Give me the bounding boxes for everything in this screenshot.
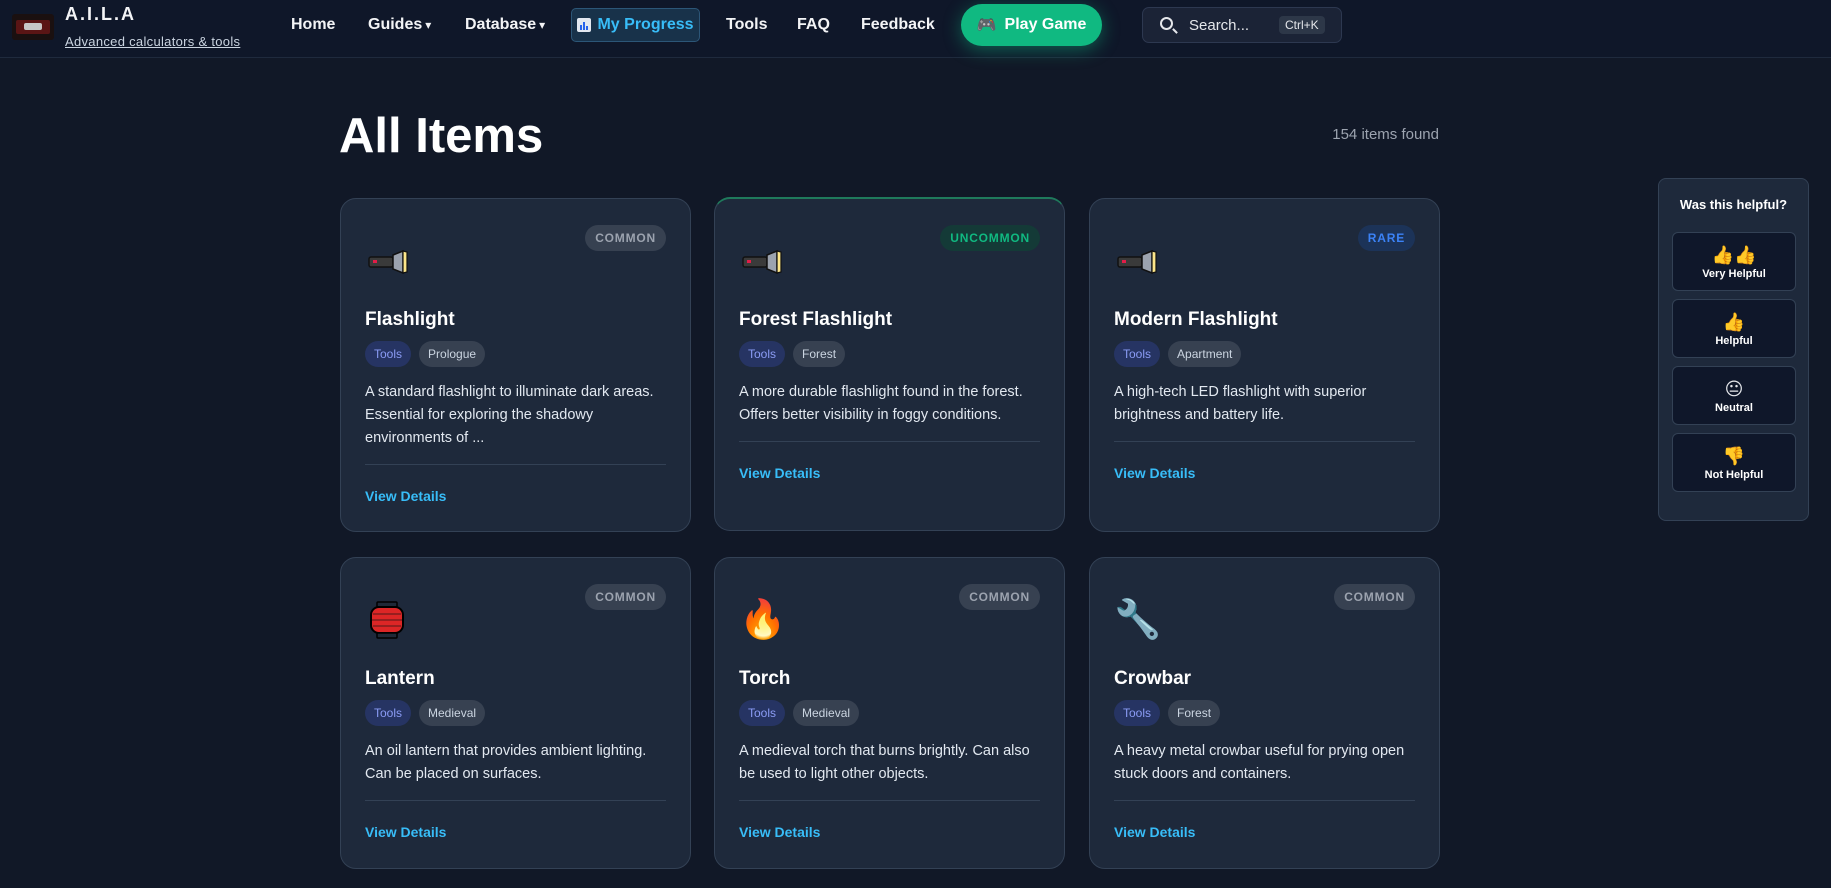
card-divider — [1114, 800, 1415, 801]
feedback-option-label: Not Helpful — [1704, 469, 1764, 481]
chevron-down-icon: ▾ — [539, 18, 546, 32]
item-name: Modern Flashlight — [1114, 309, 1278, 330]
chevron-down-icon: ▾ — [425, 18, 432, 32]
lantern-icon — [370, 601, 404, 639]
search-placeholder: Search... — [1189, 17, 1250, 34]
category-tag: Tools — [739, 700, 786, 726]
helpful-button[interactable]: 👍 Helpful — [1672, 299, 1796, 358]
my-progress-label: My Progress — [597, 16, 694, 33]
location-tag: Prologue — [419, 341, 486, 367]
view-details-link[interactable]: View Details — [739, 465, 820, 481]
view-details-link[interactable]: View Details — [365, 824, 446, 840]
not-helpful-button[interactable]: 👎 Not Helpful — [1672, 433, 1796, 492]
location-tag: Medieval — [419, 700, 486, 726]
category-tag: Tools — [739, 341, 786, 367]
item-description: An oil lantern that provides ambient lig… — [365, 743, 647, 782]
item-description: A medieval torch that burns brightly. Ca… — [739, 743, 1030, 782]
thumbs-up-icon: 👍 — [1722, 312, 1746, 332]
item-name: Torch — [739, 668, 791, 689]
search-input[interactable]: Search... Ctrl+K — [1142, 7, 1342, 43]
view-details-link[interactable]: View Details — [1114, 465, 1195, 481]
card-divider — [1114, 441, 1415, 442]
play-game-button[interactable]: 🎮 Play Game — [961, 4, 1102, 46]
item-card[interactable]: COMMON Lantern Tools Medieval An oil lan… — [340, 557, 691, 869]
card-divider — [739, 441, 1040, 442]
thumbs-up-icon: 👍👍 — [1711, 245, 1757, 265]
nav-guides-label: Guides — [368, 16, 423, 33]
search-shortcut-badge: Ctrl+K — [1279, 16, 1325, 34]
item-description: A high-tech LED flashlight with superior… — [1114, 384, 1367, 423]
rarity-badge: COMMON — [585, 225, 666, 251]
wrench-icon: 🔧 — [1114, 599, 1162, 641]
item-description: A standard flashlight to illuminate dark… — [365, 384, 654, 446]
card-divider — [365, 800, 666, 801]
rarity-badge: RARE — [1357, 225, 1415, 251]
category-tag: Tools — [365, 700, 412, 726]
page-title: All Items — [339, 109, 544, 163]
top-navbar: A.I.L.A Advanced calculators & tools Hom… — [0, 0, 1831, 58]
bar-chart-icon — [577, 18, 592, 32]
search-icon — [1160, 17, 1173, 30]
flashlight-icon — [368, 249, 408, 275]
neutral-button[interactable]: 😐 Neutral — [1672, 366, 1796, 425]
item-card[interactable]: COMMON Flashlight Tools Prologue A stand… — [340, 198, 691, 532]
thumbs-down-icon: 👎 — [1722, 446, 1746, 466]
helpful-feedback-widget: Was this helpful? 👍👍 Very Helpful 👍 Help… — [1658, 178, 1809, 521]
gamepad-icon: 🎮 — [976, 17, 997, 34]
card-divider — [739, 800, 1040, 801]
very-helpful-button[interactable]: 👍👍 Very Helpful — [1672, 232, 1796, 291]
item-name: Flashlight — [365, 309, 455, 330]
items-count: 154 items found — [1332, 126, 1439, 143]
feedback-option-label: Very Helpful — [1702, 268, 1766, 280]
helpful-question: Was this helpful? — [1679, 197, 1788, 212]
nav-guides[interactable]: Guides ▾ — [368, 16, 431, 34]
play-game-label: Play Game — [1004, 16, 1087, 33]
brand-subtitle[interactable]: Advanced calculators & tools — [65, 34, 240, 49]
rarity-badge: COMMON — [1334, 584, 1415, 610]
nav-my-progress[interactable]: My Progress — [571, 8, 700, 42]
item-description: A more durable flashlight found in the f… — [739, 384, 1023, 423]
location-tag: Forest — [793, 341, 846, 367]
feedback-option-label: Neutral — [1715, 402, 1753, 414]
item-name: Forest Flashlight — [739, 309, 893, 330]
flashlight-icon — [742, 249, 782, 275]
brand-title[interactable]: A.I.L.A — [65, 4, 136, 25]
rarity-badge: UNCOMMON — [940, 225, 1040, 251]
location-tag: Medieval — [793, 700, 860, 726]
nav-faq[interactable]: FAQ — [797, 16, 830, 34]
view-details-link[interactable]: View Details — [1114, 824, 1195, 840]
item-card[interactable]: RARE Modern Flashlight Tools Apartment A… — [1089, 198, 1440, 532]
item-card[interactable]: COMMON 🔥 Torch Tools Medieval A medieval… — [714, 557, 1065, 869]
site-logo[interactable] — [12, 14, 54, 40]
location-tag: Forest — [1168, 700, 1221, 726]
category-tag: Tools — [1114, 341, 1161, 367]
category-tag: Tools — [365, 341, 412, 367]
nav-database[interactable]: Database ▾ — [465, 16, 545, 34]
item-card[interactable]: COMMON 🔧 Crowbar Tools Forest A heavy me… — [1089, 557, 1440, 869]
item-name: Crowbar — [1114, 668, 1192, 689]
feedback-option-label: Helpful — [1715, 335, 1753, 347]
item-card[interactable]: UNCOMMON Forest Flashlight Tools Forest … — [714, 197, 1065, 531]
nav-home[interactable]: Home — [291, 16, 335, 34]
nav-feedback[interactable]: Feedback — [861, 16, 935, 34]
neutral-face-icon: 😐 — [1724, 379, 1744, 399]
view-details-link[interactable]: View Details — [365, 488, 446, 504]
location-tag: Apartment — [1168, 341, 1242, 367]
category-tag: Tools — [1114, 700, 1161, 726]
item-name: Lantern — [365, 668, 435, 689]
rarity-badge: COMMON — [585, 584, 666, 610]
view-details-link[interactable]: View Details — [739, 824, 820, 840]
fire-icon: 🔥 — [739, 599, 787, 641]
flashlight-icon — [1117, 249, 1157, 275]
nav-database-label: Database — [465, 16, 537, 33]
item-description: A heavy metal crowbar useful for prying … — [1114, 743, 1405, 782]
rarity-badge: COMMON — [959, 584, 1040, 610]
nav-tools[interactable]: Tools — [726, 16, 767, 34]
card-divider — [365, 464, 666, 465]
